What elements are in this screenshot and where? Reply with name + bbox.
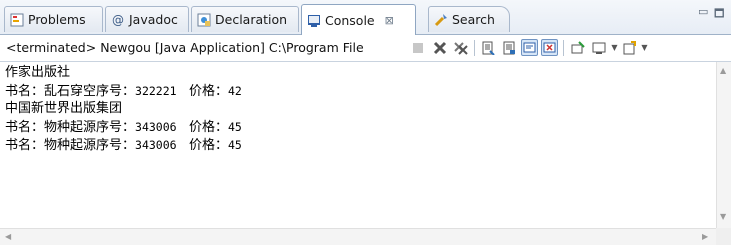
close-icon[interactable]: ⊠: [385, 14, 394, 27]
toolbar-separator: [474, 40, 475, 56]
tab-search[interactable]: Search: [428, 6, 510, 32]
declaration-icon: [197, 13, 211, 27]
show-on-error-icon[interactable]: [541, 39, 558, 56]
horizontal-scrollbar[interactable]: ◀ ▶: [0, 228, 716, 245]
scrollbar-corner: [716, 228, 731, 245]
tab-label: Search: [452, 12, 495, 27]
problems-icon: [10, 13, 24, 27]
chevron-down-icon[interactable]: ▼: [636, 39, 653, 56]
minimize-icon[interactable]: ▭: [698, 5, 708, 18]
view-tab-bar: Problems @ Javadoc Declaration Console ⊠…: [0, 0, 731, 35]
search-icon: [434, 13, 448, 27]
pin-console-icon[interactable]: [569, 39, 586, 56]
console-output[interactable]: 作家出版社 书名：乱石穿空序号：322221 价格：42 中国新世界出版集团 书…: [0, 62, 716, 228]
tab-console[interactable]: Console ⊠: [301, 4, 416, 35]
tab-problems[interactable]: Problems: [4, 6, 103, 32]
at-icon: @: [112, 12, 124, 27]
tab-javadoc[interactable]: @ Javadoc: [105, 6, 189, 32]
console-line: 书名：物种起源序号：343006 价格：45: [5, 138, 242, 153]
tab-label: Declaration: [215, 12, 288, 27]
vertical-scrollbar[interactable]: ▲ ▼: [716, 62, 731, 228]
console-icon: [307, 13, 321, 27]
clear-console-icon[interactable]: [479, 39, 496, 56]
console-toolbar: <terminated> Newgou [Java Application] C…: [0, 35, 731, 62]
display-console-icon[interactable]: [590, 39, 607, 56]
tab-declaration[interactable]: Declaration: [191, 6, 299, 32]
toolbar-separator: [563, 40, 564, 56]
scroll-up-icon[interactable]: ▲: [720, 66, 726, 75]
scroll-lock-icon[interactable]: [500, 39, 517, 56]
tab-label: Problems: [28, 12, 86, 27]
tab-label: Javadoc: [129, 12, 178, 27]
console-line: 书名：乱石穿空序号：322221 价格：42: [5, 84, 242, 99]
terminate-icon[interactable]: [409, 39, 426, 56]
console-line: 作家出版社: [5, 65, 71, 80]
console-line: 书名：物种起源序号：343006 价格：45: [5, 120, 242, 135]
scroll-down-icon[interactable]: ▼: [720, 212, 726, 221]
show-on-output-icon[interactable]: [521, 39, 538, 56]
remove-all-terminated-icon[interactable]: [452, 39, 469, 56]
scroll-right-icon[interactable]: ▶: [702, 232, 708, 241]
tab-label: Console: [325, 12, 375, 28]
remove-launch-icon[interactable]: [431, 39, 448, 56]
scroll-left-icon[interactable]: ◀: [5, 232, 11, 241]
open-console-icon[interactable]: [620, 39, 637, 56]
maximize-icon[interactable]: 🗖: [714, 5, 724, 24]
process-status: <terminated> Newgou [Java Application] C…: [6, 40, 364, 55]
console-line: 中国新世界出版集团: [5, 101, 123, 116]
